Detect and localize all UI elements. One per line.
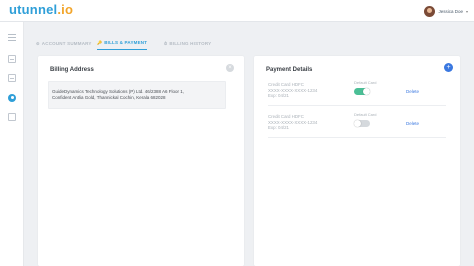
billing-address-panel: Billing Address × GuideDynamics Technolo… — [38, 56, 244, 266]
toggle-knob — [363, 88, 370, 95]
default-card-label: Default Card — [354, 80, 377, 85]
brand-logo[interactable]: utunnel.io — [9, 2, 73, 17]
book-icon[interactable] — [8, 113, 16, 121]
address-line-2: Confident Antlia Gold, Thannickal Cochin… — [52, 94, 166, 100]
tab-bills-payment[interactable]: 🔑 BILLS & PAYMENT — [97, 36, 148, 50]
avatar[interactable] — [424, 5, 436, 17]
toggle-knob — [354, 120, 361, 127]
card-info: Credit Card HDFC XXXX-XXXX-XXXX-1234 Exp… — [268, 82, 317, 99]
card-row: Credit Card HDFC XXXX-XXXX-XXXX-1234 Exp… — [268, 80, 446, 106]
payment-details-panel: Payment Details + Credit Card HDFC XXXX-… — [254, 56, 460, 266]
tab-billing-history[interactable]: ⏱ BILLING HISTORY — [164, 36, 211, 50]
tab-label: ACCOUNT SUMMARY — [41, 40, 92, 46]
tab-label: BILLS & PAYMENT — [104, 40, 148, 45]
default-card-label: Default Card — [354, 112, 377, 117]
add-card-button[interactable]: + — [444, 63, 453, 72]
user-name: Jessica Doe — [438, 8, 463, 14]
tab-account-summary[interactable]: ⚙ ACCOUNT SUMMARY — [36, 36, 92, 50]
default-card-toggle[interactable] — [354, 88, 370, 95]
user-icon[interactable] — [8, 94, 16, 102]
delete-card-link[interactable]: Delete — [406, 121, 419, 126]
panel-title: Payment Details — [266, 67, 313, 73]
close-icon[interactable]: × — [226, 64, 234, 72]
card-row: Credit Card HDFC XXXX-XXXX-XXXX-1234 Exp… — [268, 112, 446, 138]
top-bar: utunnel.io Jessica Doe ▾ — [0, 0, 474, 22]
gear-icon: ⚙ — [36, 40, 40, 46]
menu-icon[interactable] — [8, 34, 16, 42]
user-menu[interactable]: Jessica Doe ▾ — [424, 4, 468, 18]
card-expiry: Exp: 04/21 — [268, 93, 289, 99]
billing-address: GuideDynamics Technology Solutions (P) L… — [48, 81, 226, 109]
delete-card-link[interactable]: Delete — [406, 89, 419, 94]
panel-title: Billing Address — [50, 67, 94, 73]
sidebar — [0, 22, 24, 266]
clock-icon: ⏱ — [164, 40, 168, 46]
default-card-toggle[interactable] — [354, 120, 370, 127]
copy-icon[interactable] — [8, 74, 16, 82]
tab-bar: ⚙ ACCOUNT SUMMARY 🔑 BILLS & PAYMENT ⏱ BI… — [24, 36, 474, 50]
card-info: Credit Card HDFC XXXX-XXXX-XXXX-1234 Exp… — [268, 114, 317, 131]
card-expiry: Exp: 04/21 — [268, 125, 289, 131]
key-icon: 🔑 — [97, 40, 103, 45]
tab-label: BILLING HISTORY — [169, 40, 212, 46]
chevron-down-icon[interactable]: ▾ — [466, 9, 468, 14]
document-icon[interactable] — [8, 55, 16, 63]
